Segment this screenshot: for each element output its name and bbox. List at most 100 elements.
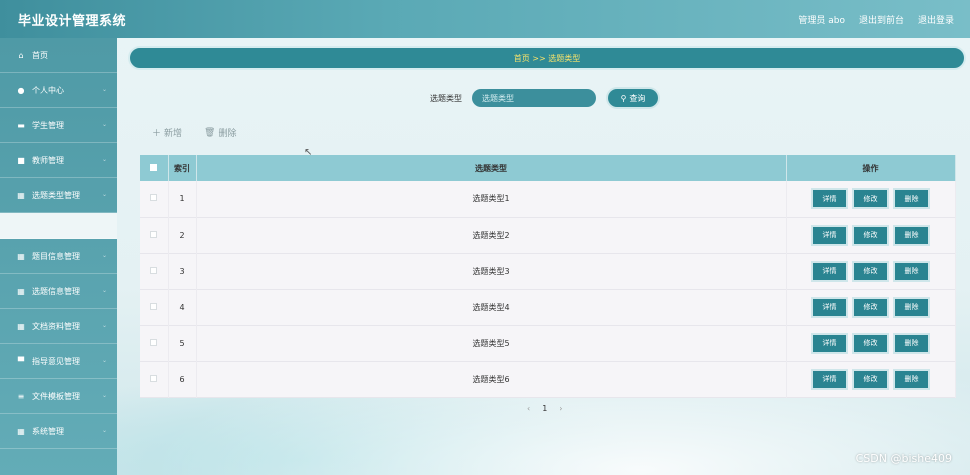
detail-button[interactable]: 详情 bbox=[813, 190, 846, 208]
row-type: 选题类型6 bbox=[196, 361, 787, 397]
list-icon: ≡ bbox=[17, 391, 25, 401]
row-checkbox[interactable] bbox=[150, 338, 158, 346]
sidebar-item-label: 学生管理 bbox=[32, 120, 64, 130]
sidebar-item-label: 教师管理 bbox=[32, 155, 64, 165]
row-index: 3 bbox=[168, 253, 197, 289]
teacher-icon: ■ bbox=[17, 155, 25, 165]
table-row: 1 选题类型1 详情 修改 删除 bbox=[140, 181, 956, 217]
chevron-down-icon: ⌄ bbox=[101, 156, 107, 163]
row-type: 选题类型3 bbox=[196, 253, 787, 289]
data-table: 索引 选题类型 操作 1 选题类型1 详情 修改 删除 2 选题类型2 详情 修… bbox=[140, 155, 956, 397]
table-row: 5 选题类型5 详情 修改 删除 bbox=[140, 325, 956, 361]
sidebar-item-topic-info[interactable]: ▦ 题目信息管理 ⌄ bbox=[0, 239, 117, 274]
sidebar-item-label: 文档资料管理 bbox=[32, 321, 80, 331]
search-button-label: 查询 bbox=[629, 93, 646, 103]
user-icon: ● bbox=[17, 85, 25, 95]
header-links: 管理员 abo 退出到前台 退出登录 bbox=[798, 13, 954, 26]
table-header-row: 索引 选题类型 操作 bbox=[140, 155, 956, 181]
row-checkbox[interactable] bbox=[150, 302, 158, 310]
row-checkbox[interactable] bbox=[150, 230, 158, 238]
current-page[interactable]: 1 bbox=[542, 404, 547, 413]
sidebar-item-label: 个人中心 bbox=[32, 85, 64, 95]
sidebar-item-students[interactable]: ▬ 学生管理 ⌄ bbox=[0, 108, 117, 143]
sidebar-item-system[interactable]: ▦ 系统管理 ⌄ bbox=[0, 414, 117, 449]
detail-button[interactable]: 详情 bbox=[813, 262, 846, 280]
row-type: 选题类型1 bbox=[196, 181, 787, 217]
sidebar-item-home[interactable]: ⌂ 首页 bbox=[0, 38, 117, 73]
sidebar-item-label: 系统管理 bbox=[32, 426, 64, 436]
delete-button[interactable]: 删除 bbox=[895, 226, 928, 244]
row-type: 选题类型5 bbox=[196, 325, 787, 361]
chevron-down-icon: ⌄ bbox=[101, 392, 107, 399]
delete-button[interactable]: 删除 bbox=[895, 190, 928, 208]
edit-button[interactable]: 修改 bbox=[854, 370, 887, 388]
sidebar-item-templates[interactable]: ≡ 文件模板管理 ⌄ bbox=[0, 379, 117, 414]
select-all-checkbox[interactable] bbox=[150, 163, 158, 171]
edit-button[interactable]: 修改 bbox=[854, 334, 887, 352]
sidebar-item-documents[interactable]: ▦ 文档资料管理 ⌄ bbox=[0, 309, 117, 344]
add-button-label: 新增 bbox=[164, 129, 183, 139]
group-icon: ▬ bbox=[17, 120, 25, 130]
edit-button[interactable]: 修改 bbox=[854, 262, 887, 280]
batch-delete-button[interactable]: 🗑 删除 bbox=[204, 126, 237, 140]
delete-button[interactable]: 删除 bbox=[895, 298, 928, 316]
row-checkbox[interactable] bbox=[150, 266, 158, 274]
add-button[interactable]: ＋ 新增 bbox=[152, 126, 182, 139]
row-checkbox[interactable] bbox=[150, 374, 158, 382]
detail-button[interactable]: 详情 bbox=[813, 334, 846, 352]
edit-button[interactable]: 修改 bbox=[854, 226, 887, 244]
app-title: 毕业设计管理系统 bbox=[18, 13, 127, 29]
logout-link[interactable]: 退出登录 bbox=[918, 13, 954, 26]
delete-button[interactable]: 删除 bbox=[895, 370, 928, 388]
detail-button[interactable]: 详情 bbox=[813, 226, 846, 244]
back-to-frontend-link[interactable]: 退出到前台 bbox=[859, 13, 904, 26]
row-index: 5 bbox=[168, 325, 197, 361]
prev-page-button[interactable]: ‹ bbox=[527, 404, 530, 413]
chevron-down-icon: ⌄ bbox=[101, 252, 107, 259]
detail-button[interactable]: 详情 bbox=[813, 370, 846, 388]
search-input[interactable] bbox=[472, 89, 596, 107]
table-row: 4 选题类型4 详情 修改 删除 bbox=[140, 289, 956, 325]
top-header: 毕业设计管理系统 管理员 abo 退出到前台 退出登录 bbox=[0, 0, 970, 38]
chevron-down-icon: ⌄ bbox=[101, 191, 107, 198]
watermark: CSDN @bishe409 bbox=[855, 452, 952, 465]
sidebar-item-label: 首页 bbox=[32, 50, 48, 60]
sidebar-item-label: 选题类型管理 bbox=[32, 190, 80, 200]
table-row: 6 选题类型6 详情 修改 删除 bbox=[140, 361, 956, 397]
chevron-down-icon: ⌄ bbox=[101, 357, 107, 364]
search-label: 选题类型 bbox=[430, 93, 462, 103]
column-header-ops: 操作 bbox=[786, 155, 956, 181]
batch-delete-label: 删除 bbox=[218, 129, 237, 139]
row-checkbox[interactable] bbox=[150, 194, 158, 202]
row-index: 6 bbox=[168, 361, 197, 397]
delete-button[interactable]: 删除 bbox=[895, 262, 928, 280]
sidebar-item-label: 选题信息管理 bbox=[32, 286, 80, 296]
sidebar: ⌂ 首页 ● 个人中心 ⌄ ▬ 学生管理 ⌄ ■ 教师管理 ⌄ ▦ 选题类型管理… bbox=[0, 38, 117, 475]
sidebar-submenu-active[interactable] bbox=[0, 213, 117, 239]
column-header-index: 索引 bbox=[168, 155, 197, 181]
pagination: ‹ 1 › bbox=[527, 404, 563, 413]
grid-icon: ▦ bbox=[17, 190, 25, 200]
grid-icon: ▦ bbox=[17, 286, 25, 296]
edit-button[interactable]: 修改 bbox=[854, 190, 887, 208]
chevron-down-icon: ⌄ bbox=[101, 287, 107, 294]
sidebar-item-teachers[interactable]: ■ 教师管理 ⌄ bbox=[0, 143, 117, 178]
search-button[interactable]: ⚲ 查询 bbox=[608, 89, 658, 107]
row-type: 选题类型2 bbox=[196, 217, 787, 253]
sidebar-item-guidance[interactable]: ▀ 指导意见管理 ⌄ bbox=[0, 344, 117, 379]
row-index: 1 bbox=[168, 181, 197, 217]
table-row: 3 选题类型3 详情 修改 删除 bbox=[140, 253, 956, 289]
sidebar-item-topic-types[interactable]: ▦ 选题类型管理 ⌄ bbox=[0, 178, 117, 213]
search-bar: 选题类型 ⚲ 查询 bbox=[430, 89, 658, 107]
edit-button[interactable]: 修改 bbox=[854, 298, 887, 316]
delete-button[interactable]: 删除 bbox=[895, 334, 928, 352]
grid-icon: ▦ bbox=[17, 321, 25, 331]
breadcrumb: 首页 >> 选题类型 bbox=[128, 46, 966, 70]
row-type: 选题类型4 bbox=[196, 289, 787, 325]
sidebar-item-selection-info[interactable]: ▦ 选题信息管理 ⌄ bbox=[0, 274, 117, 309]
grid-icon: ▦ bbox=[17, 251, 25, 261]
sidebar-item-profile[interactable]: ● 个人中心 ⌄ bbox=[0, 73, 117, 108]
row-index: 4 bbox=[168, 289, 197, 325]
next-page-button[interactable]: › bbox=[559, 404, 562, 413]
detail-button[interactable]: 详情 bbox=[813, 298, 846, 316]
